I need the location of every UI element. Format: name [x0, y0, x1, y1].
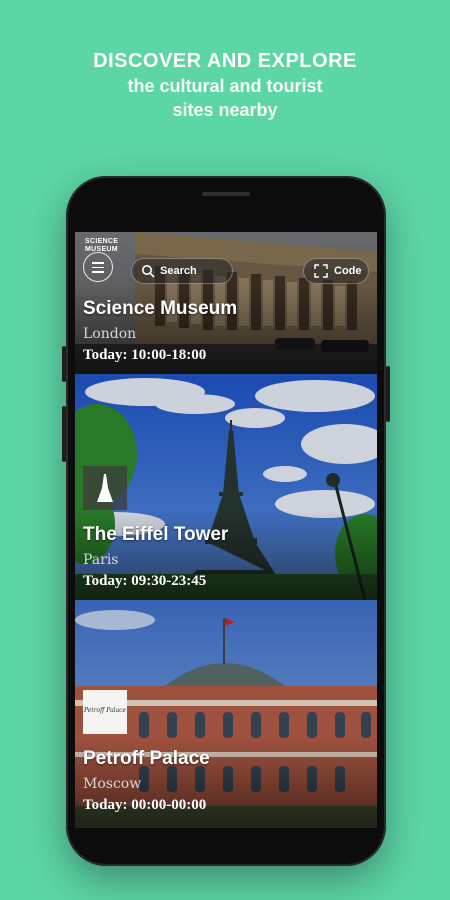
place-name: Petroff Palace — [83, 748, 210, 769]
place-city: London — [83, 326, 137, 342]
promo-headline: DISCOVER AND EXPLORE — [93, 50, 357, 72]
place-name: The Eiffel Tower — [83, 524, 229, 545]
earpiece-speaker — [202, 192, 250, 196]
volume-button — [62, 346, 66, 382]
scan-frame-icon — [314, 264, 328, 278]
eiffel-tower-logo-icon — [83, 466, 127, 510]
power-button — [386, 366, 390, 422]
promo-subline-2: sites nearby — [172, 100, 278, 120]
bixby-button — [62, 406, 66, 462]
place-hours: Today: 00:00-00:00 — [83, 797, 207, 813]
search-button[interactable]: Search — [131, 258, 233, 284]
promo-headline-block: DISCOVER AND EXPLORE the cultural and to… — [0, 48, 450, 122]
logo-text-science: SCIENCE — [85, 238, 119, 245]
place-city: Paris — [83, 552, 119, 568]
place-name: Science Museum — [83, 298, 238, 319]
place-card-science-museum[interactable]: SCIENCE MUSEUM Search Code Science Museu… — [75, 232, 377, 374]
menu-button[interactable] — [83, 252, 113, 282]
place-hours: Today: 09:30-23:45 — [83, 573, 207, 589]
app-top-bar: SCIENCE MUSEUM Search Code — [75, 232, 377, 290]
search-icon — [142, 265, 155, 278]
place-city: Moscow — [83, 776, 142, 792]
code-label: Code — [334, 265, 362, 277]
code-scan-button[interactable]: Code — [303, 258, 369, 284]
petroff-palace-logo: Petroff Palace — [83, 690, 127, 734]
phone-frame: SCIENCE MUSEUM Search Code Science Museu… — [62, 176, 390, 866]
app-screen: SCIENCE MUSEUM Search Code Science Museu… — [75, 232, 377, 828]
place-card-eiffel-tower[interactable]: The Eiffel Tower Paris Today: 09:30-23:4… — [75, 374, 377, 600]
promo-subline-1: the cultural and tourist — [127, 76, 323, 96]
hamburger-menu-icon — [92, 262, 104, 264]
place-hours: Today: 10:00-18:00 — [83, 347, 207, 363]
place-card-petroff-palace[interactable]: Petroff Palace Petroff Palace Moscow Tod… — [75, 600, 377, 828]
search-label: Search — [160, 265, 197, 277]
